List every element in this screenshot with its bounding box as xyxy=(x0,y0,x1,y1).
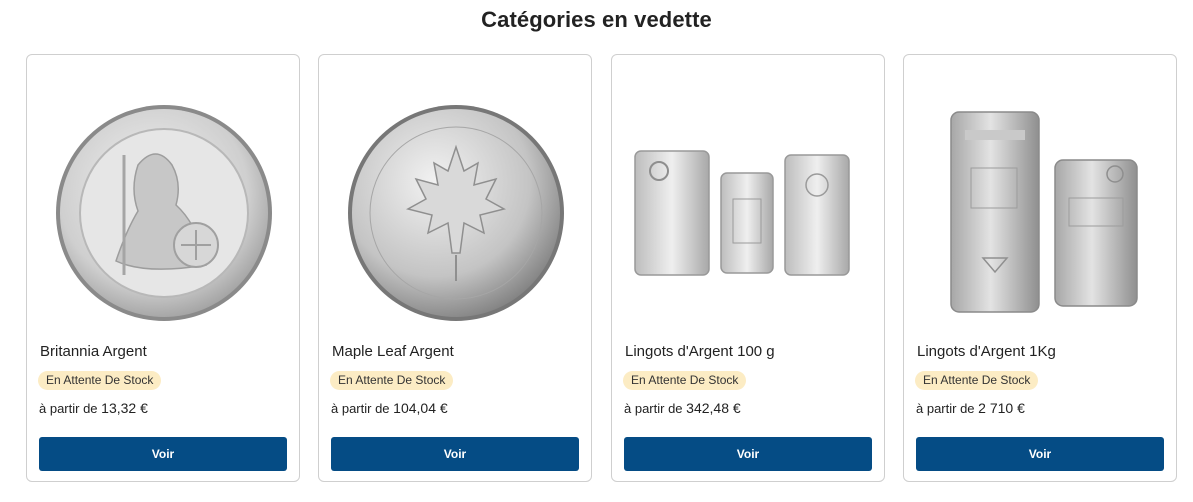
silver-bars-100g-image xyxy=(634,150,850,276)
silver-bars-1kg-image xyxy=(950,111,1138,313)
product-image[interactable] xyxy=(39,95,289,331)
product-image[interactable] xyxy=(331,95,581,331)
price-line: à partir de 13,32 € xyxy=(39,400,148,416)
product-card-lingots-100g[interactable]: Lingots d'Argent 100 g En Attente De Sto… xyxy=(611,54,885,482)
stock-status-badge: En Attente De Stock xyxy=(915,371,1039,390)
product-card-lingots-1kg[interactable]: Lingots d'Argent 1Kg En Attente De Stock… xyxy=(903,54,1177,482)
section-title: Catégories en vedette xyxy=(481,7,712,32)
price-prefix: à partir de xyxy=(624,401,683,416)
price-value: 2 710 € xyxy=(978,400,1025,416)
product-image[interactable] xyxy=(916,95,1166,331)
stock-status-badge: En Attente De Stock xyxy=(330,371,454,390)
price-prefix: à partir de xyxy=(39,401,98,416)
product-name: Britannia Argent xyxy=(40,343,147,360)
voir-button[interactable]: Voir xyxy=(916,437,1164,471)
price-prefix: à partir de xyxy=(331,401,390,416)
product-name: Lingots d'Argent 100 g xyxy=(625,343,775,360)
product-name: Maple Leaf Argent xyxy=(332,343,454,360)
product-card-britannia[interactable]: Britannia Argent En Attente De Stock à p… xyxy=(26,54,300,482)
maple-leaf-coin-image xyxy=(348,105,564,321)
price-value: 13,32 € xyxy=(101,400,148,416)
price-line: à partir de 104,04 € xyxy=(331,400,448,416)
product-card-maple-leaf[interactable]: Maple Leaf Argent En Attente De Stock à … xyxy=(318,54,592,482)
product-image[interactable] xyxy=(624,95,874,331)
product-name: Lingots d'Argent 1Kg xyxy=(917,343,1056,360)
voir-button[interactable]: Voir xyxy=(39,437,287,471)
voir-button[interactable]: Voir xyxy=(624,437,872,471)
price-value: 342,48 € xyxy=(686,400,741,416)
britannia-coin-image xyxy=(56,105,272,321)
voir-button[interactable]: Voir xyxy=(331,437,579,471)
stock-status-badge: En Attente De Stock xyxy=(623,371,747,390)
price-line: à partir de 2 710 € xyxy=(916,400,1025,416)
price-value: 104,04 € xyxy=(393,400,448,416)
stock-status-badge: En Attente De Stock xyxy=(38,371,162,390)
price-line: à partir de 342,48 € xyxy=(624,400,741,416)
price-prefix: à partir de xyxy=(916,401,975,416)
